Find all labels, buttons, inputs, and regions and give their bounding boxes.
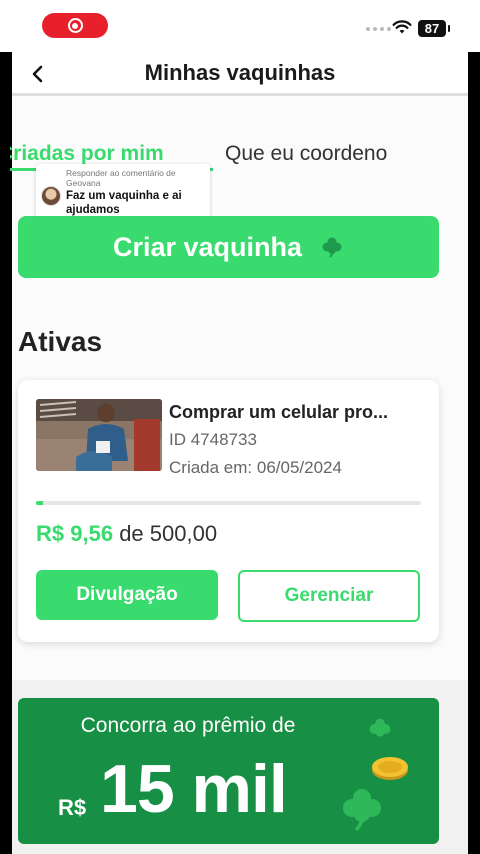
commenter-avatar (41, 186, 61, 206)
create-campaign-label: Criar vaquinha (112, 231, 303, 262)
campaign-card[interactable]: Comprar um celular pro... ID 4748733 Cri… (18, 380, 439, 642)
campaign-progress-bar (36, 501, 421, 505)
record-icon (67, 18, 83, 33)
campaign-progress-fill (36, 501, 44, 505)
page-title: Minhas vaquinhas (144, 60, 336, 85)
promo-text: Concorra ao prêmio de (80, 714, 296, 737)
wifi-icon (392, 20, 412, 34)
tab-coordinated[interactable]: Que eu coordeno (225, 142, 387, 166)
promo-currency: R$ (58, 795, 87, 820)
comment-text: Faz um vaquinha e ai ajudamos (66, 190, 182, 216)
campaign-created-date: Criada em: 06/05/2024 (169, 458, 342, 477)
section-title-active: Ativas (18, 326, 103, 357)
reply-label: Responder ao comentário de Geovana (66, 168, 176, 188)
amount-raised: R$ 9,56 (36, 521, 114, 546)
screen-recording-indicator[interactable] (42, 13, 108, 38)
battery-indicator: 87 (418, 20, 450, 37)
clover-icon (343, 789, 381, 832)
manage-button[interactable]: Gerenciar (238, 570, 420, 622)
campaign-title: Comprar um celular pro... (169, 402, 389, 422)
create-campaign-button[interactable]: Criar vaquinha (18, 216, 439, 278)
signal-icon (366, 27, 391, 31)
promo-amount: 15 mil (100, 751, 288, 827)
clover-icon (320, 235, 344, 259)
campaign-thumbnail (36, 399, 162, 471)
amount-goal: de 500,00 (119, 521, 218, 546)
campaign-id: ID 4748733 (169, 430, 257, 449)
coin-icon (372, 757, 408, 780)
clover-icon (369, 718, 391, 737)
share-button[interactable]: Divulgação (36, 570, 218, 620)
prize-promo-banner[interactable]: Concorra ao prêmio de R$ 15 mil (18, 698, 439, 844)
campaign-amount: R$ 9,56 de 500,00 (36, 521, 217, 547)
top-app-bar: Minhas vaquinhas (12, 52, 468, 96)
status-bar: 87 (0, 0, 480, 52)
reply-comment-bubble: Responder ao comentário de Geovana Faz u… (36, 164, 210, 222)
